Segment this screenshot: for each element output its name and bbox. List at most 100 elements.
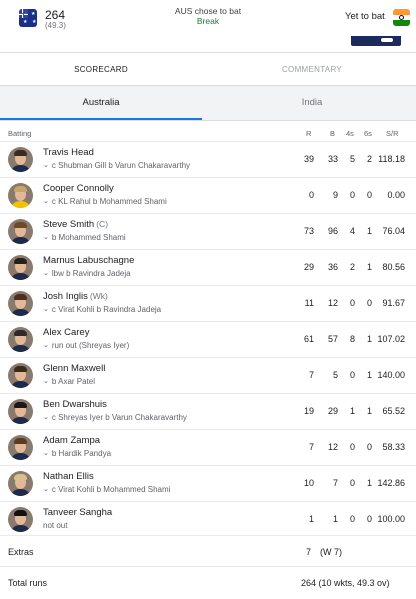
runs-cell: 7 (308, 442, 314, 452)
dismissal-info[interactable]: ⌄ b Axar Patel (43, 377, 95, 386)
strike-rate-cell: 80.56 (382, 262, 405, 272)
balls-cell: 7 (332, 478, 338, 488)
tab-team-australia[interactable]: Australia (0, 86, 202, 120)
dismissal-text: c Shubman Gill b Varun Chakaravarthy (51, 161, 191, 170)
balls-cell: 1 (332, 514, 338, 524)
balls-cell: 33 (327, 154, 338, 164)
player-name[interactable]: Cooper Connolly (43, 183, 116, 194)
chevron-down-icon[interactable]: ⌄ (43, 197, 49, 205)
table-row[interactable]: Alex Carey ⌄ run out (Shreyas Iyer) 61 57 8 1 1… (0, 321, 416, 357)
dismissal-text: c KL Rahul b Mohammed Shami (51, 197, 167, 206)
strike-rate-cell: 91.67 (382, 298, 405, 308)
player-name[interactable]: Nathan Ellis (43, 471, 96, 482)
player-name[interactable]: Steve Smith (C) (43, 219, 108, 230)
runs-cell: 10 (303, 478, 314, 488)
runs-cell: 0 (308, 190, 314, 200)
table-row[interactable]: Glenn Maxwell ⌄ b Axar Patel 7 5 0 1 140.00 (0, 357, 416, 393)
player-name-text: Alex Carey (43, 327, 90, 338)
chevron-down-icon[interactable]: ⌄ (43, 485, 49, 493)
strike-rate-cell: 65.52 (382, 406, 405, 416)
player-name[interactable]: Josh Inglis (Wk) (43, 291, 108, 302)
dismissal-info[interactable]: ⌄ c Shreyas Iyer b Varun Chakaravarthy (43, 413, 187, 422)
table-row[interactable]: Nathan Ellis ⌄ c Virat Kohli b Mohammed Sh… (0, 465, 416, 501)
balls-header: B (330, 129, 336, 138)
fours-cell: 5 (349, 154, 355, 164)
runs-cell: 7 (308, 370, 314, 380)
runs-cell: 19 (303, 406, 314, 416)
avatar (8, 327, 33, 352)
chevron-down-icon[interactable]: ⌄ (43, 305, 49, 313)
table-row[interactable]: Adam Zampa ⌄ b Hardik Pandya 7 12 0 0 58.33 (0, 429, 416, 465)
table-row[interactable]: Josh Inglis (Wk) ⌄ c Virat Kohli b Ravindra… (0, 285, 416, 321)
strike-rate-cell: 107.02 (377, 334, 405, 344)
balls-cell: 96 (327, 226, 338, 236)
australia-flag-icon: ★ ★ ★ (19, 9, 37, 27)
team-score: 264 (45, 8, 66, 22)
total-row: Total runs 264 (10 wkts, 49.3 ov) (0, 566, 416, 596)
chevron-down-icon[interactable]: ⌄ (43, 341, 49, 349)
chevron-down-icon[interactable]: ⌄ (43, 377, 49, 385)
player-name[interactable]: Ben Dwarshuis (43, 399, 109, 410)
balls-cell: 57 (327, 334, 338, 344)
dismissal-text: not out (43, 521, 68, 530)
dismissal-info[interactable]: ⌄ run out (Shreyas Iyer) (43, 341, 129, 350)
table-row[interactable]: Steve Smith (C) ⌄ b Mohammed Shami 73 96 4 1 76.… (0, 213, 416, 249)
dismissal-text: b Axar Patel (51, 377, 96, 386)
other-team-status: Yet to bat (345, 11, 385, 22)
strike-rate-cell: 58.33 (382, 442, 405, 452)
chevron-down-icon[interactable]: ⌄ (43, 233, 49, 241)
avatar (8, 435, 33, 460)
player-name-text: Ben Dwarshuis (43, 399, 107, 410)
avatar (8, 291, 33, 316)
batting-header: Batting (8, 129, 32, 138)
player-role: (C) (96, 219, 109, 229)
view-tabs: SCORECARD COMMENTARY (0, 52, 416, 86)
balls-cell: 36 (327, 262, 338, 272)
table-row[interactable]: Cooper Connolly ⌄ c KL Rahul b Mohammed Sh… (0, 177, 416, 213)
avatar (8, 399, 33, 424)
india-flag-icon (393, 9, 410, 26)
table-row[interactable]: Tanveer Sangha not out 1 1 0 0 100.00 (0, 501, 416, 537)
balls-cell: 5 (332, 370, 338, 380)
chevron-down-icon[interactable]: ⌄ (43, 413, 49, 421)
player-name[interactable]: Adam Zampa (43, 435, 102, 446)
chevron-down-icon[interactable]: ⌄ (43, 449, 49, 457)
dismissal-text: c Virat Kohli b Ravindra Jadeja (51, 305, 162, 314)
avatar (8, 183, 33, 208)
dismissal-info[interactable]: ⌄ lbw b Ravindra Jadeja (43, 269, 131, 278)
player-name[interactable]: Tanveer Sangha (43, 507, 114, 518)
dismissal-info[interactable]: ⌄ c Shubman Gill b Varun Chakaravarthy (43, 161, 190, 170)
table-row[interactable]: Travis Head ⌄ c Shubman Gill b Varun Chaka… (0, 141, 416, 177)
tab-scorecard[interactable]: SCORECARD (0, 53, 202, 86)
fours-cell: 0 (349, 478, 355, 488)
fours-cell: 0 (349, 298, 355, 308)
player-name-text: Tanveer Sangha (43, 507, 113, 518)
dismissal-text: lbw b Ravindra Jadeja (51, 269, 131, 278)
table-row[interactable]: Marnus Labuschagne ⌄ lbw b Ravindra Jadeja… (0, 249, 416, 285)
avatar (8, 147, 33, 172)
dismissal-info[interactable]: ⌄ b Hardik Pandya (43, 449, 111, 458)
extras-detail: (W 7) (320, 547, 342, 557)
chevron-down-icon[interactable]: ⌄ (43, 269, 49, 277)
tab-commentary[interactable]: COMMENTARY (214, 53, 410, 86)
runs-cell: 1 (308, 514, 314, 524)
player-name[interactable]: Marnus Labuschagne (43, 255, 136, 266)
dismissal-info[interactable]: ⌄ c Virat Kohli b Mohammed Shami (43, 485, 170, 494)
dismissal-info[interactable]: ⌄ c KL Rahul b Mohammed Shami (43, 197, 167, 206)
player-name-text: Travis Head (43, 147, 94, 158)
player-name[interactable]: Travis Head (43, 147, 96, 158)
fours-cell: 0 (349, 370, 355, 380)
tab-team-india[interactable]: India (214, 86, 410, 120)
player-name[interactable]: Alex Carey (43, 327, 91, 338)
dismissal-info[interactable]: ⌄ b Mohammed Shami (43, 233, 126, 242)
dismissal-text: c Shreyas Iyer b Varun Chakaravarthy (51, 413, 187, 422)
fours-cell: 4 (349, 226, 355, 236)
sixes-header: 6s (364, 129, 372, 138)
dismissal-text: b Mohammed Shami (51, 233, 126, 242)
extras-row: Extras 7 (W 7) (0, 535, 416, 565)
extras-label: Extras (8, 547, 34, 557)
dismissal-info[interactable]: ⌄ c Virat Kohli b Ravindra Jadeja (43, 305, 161, 314)
player-name[interactable]: Glenn Maxwell (43, 363, 107, 374)
table-row[interactable]: Ben Dwarshuis ⌄ c Shreyas Iyer b Varun Cha… (0, 393, 416, 429)
chevron-down-icon[interactable]: ⌄ (43, 161, 49, 169)
